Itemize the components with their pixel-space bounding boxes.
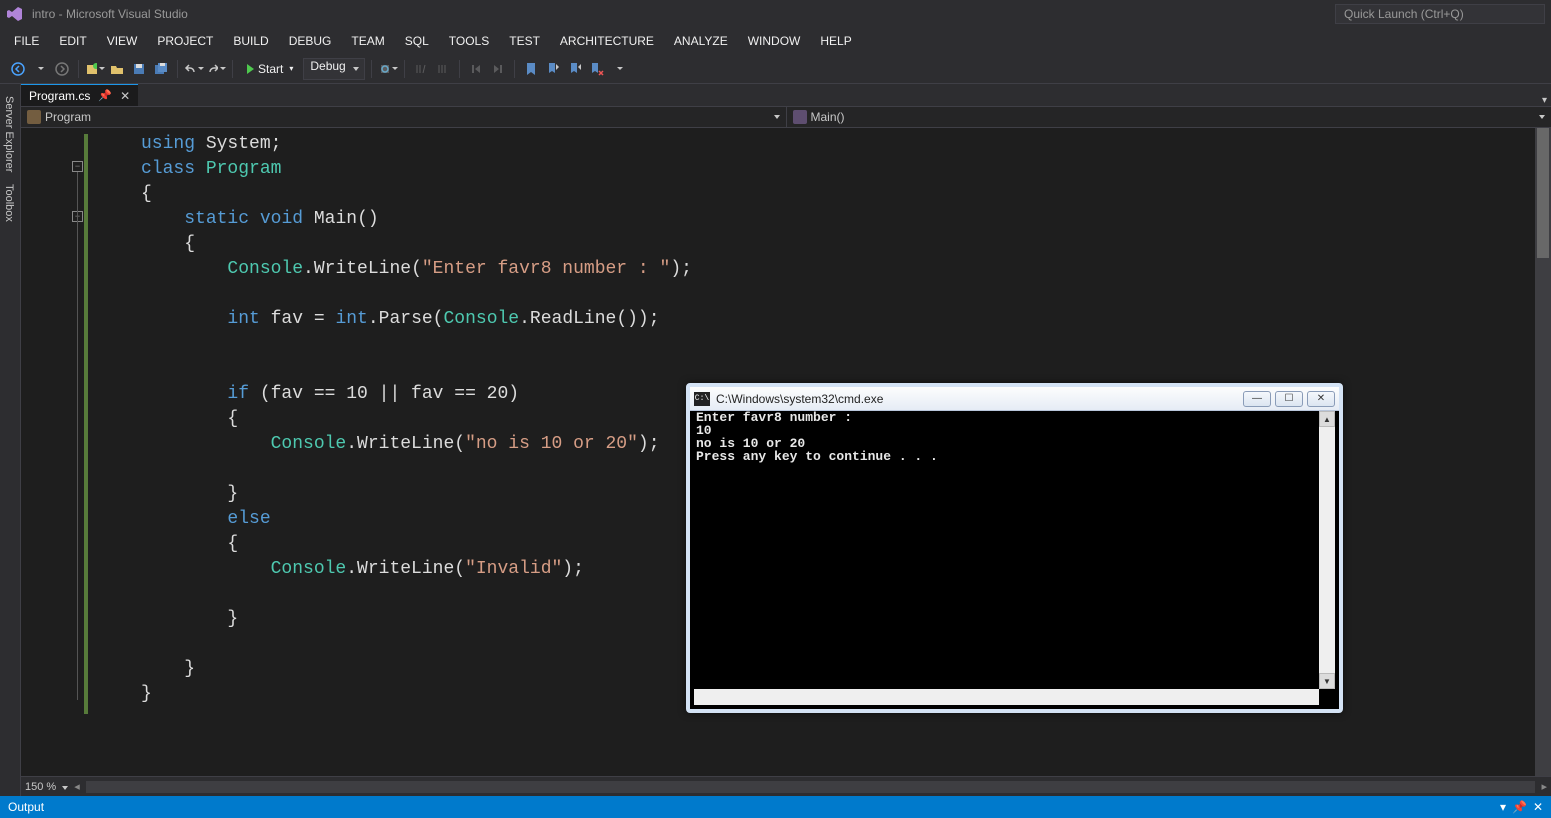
scroll-up-arrow[interactable]: ▲: [1319, 411, 1335, 427]
pin-icon[interactable]: 📌: [98, 89, 112, 102]
outline-column: − −: [71, 128, 85, 776]
navigate-back-dropdown[interactable]: [30, 59, 50, 79]
tab-program-cs[interactable]: Program.cs 📌 ✕: [21, 84, 138, 106]
bookmark-next-button[interactable]: [565, 59, 585, 79]
editor-status-bar: 150 % ◂ ▸: [21, 776, 1551, 796]
console-close-button[interactable]: ✕: [1307, 391, 1335, 407]
vs-logo-icon: [6, 5, 24, 23]
side-tab-server-explorer[interactable]: Server Explorer: [0, 90, 18, 178]
undo-button[interactable]: [184, 59, 204, 79]
menu-edit[interactable]: EDIT: [49, 30, 96, 52]
start-debug-button[interactable]: Start ▾: [239, 58, 301, 80]
scrollbar-thumb[interactable]: [1537, 128, 1549, 258]
navigate-back-button[interactable]: [8, 59, 28, 79]
menu-sql[interactable]: SQL: [395, 30, 439, 52]
console-titlebar[interactable]: C:\ C:\Windows\system32\cmd.exe — ☐ ✕: [690, 387, 1339, 411]
menu-architecture[interactable]: ARCHITECTURE: [550, 30, 664, 52]
console-vertical-scrollbar[interactable]: ▲ ▼: [1319, 411, 1335, 689]
quick-launch-input[interactable]: Quick Launch (Ctrl+Q): [1335, 4, 1545, 24]
side-tab-toolbox[interactable]: Toolbox: [0, 178, 18, 228]
nav-type-label: Program: [45, 110, 91, 124]
menu-project[interactable]: PROJECT: [147, 30, 223, 52]
separator: [232, 60, 233, 78]
separator: [371, 60, 372, 78]
config-select[interactable]: Debug: [303, 58, 364, 80]
console-window[interactable]: C:\ C:\Windows\system32\cmd.exe — ☐ ✕ En…: [686, 383, 1343, 713]
separator: [177, 60, 178, 78]
separator: [404, 60, 405, 78]
fold-toggle[interactable]: −: [72, 161, 83, 172]
menu-test[interactable]: TEST: [499, 30, 550, 52]
horizontal-scrollbar[interactable]: [86, 781, 1536, 793]
cmd-icon: C:\: [694, 392, 710, 406]
bookmark-prev-button[interactable]: [543, 59, 563, 79]
fold-guide: [77, 172, 78, 700]
code-content[interactable]: using System; class Program { static voi…: [141, 128, 692, 776]
navigate-forward-button[interactable]: [52, 59, 72, 79]
start-label: Start: [258, 62, 283, 76]
separator: [459, 60, 460, 78]
quick-launch-placeholder: Quick Launch (Ctrl+Q): [1344, 7, 1464, 21]
navigation-bar: Program Main(): [21, 106, 1551, 128]
console-title: C:\Windows\system32\cmd.exe: [716, 392, 883, 406]
nav-type-dropdown[interactable]: Program: [21, 107, 787, 127]
nav-member-label: Main(): [811, 110, 845, 124]
editor-vertical-scrollbar[interactable]: [1535, 128, 1551, 776]
menu-file[interactable]: FILE: [4, 30, 49, 52]
console-maximize-button[interactable]: ☐: [1275, 391, 1303, 407]
console-horizontal-scrollbar[interactable]: [694, 689, 1319, 705]
menu-help[interactable]: HELP: [810, 30, 861, 52]
console-output[interactable]: Enter favr8 number : 10 no is 10 or 20 P…: [694, 411, 1319, 689]
menu-window[interactable]: WINDOW: [738, 30, 811, 52]
redo-button[interactable]: [206, 59, 226, 79]
browser-link-button[interactable]: [378, 59, 398, 79]
scroll-down-arrow[interactable]: ▼: [1319, 673, 1335, 689]
play-icon: [247, 64, 254, 74]
menu-team[interactable]: TEAM: [341, 30, 394, 52]
menu-debug[interactable]: DEBUG: [279, 30, 342, 52]
open-file-button[interactable]: [107, 59, 127, 79]
step-back-button[interactable]: [466, 59, 486, 79]
step-forward-button[interactable]: [488, 59, 508, 79]
tab-bar-right: ▾: [1542, 95, 1551, 106]
separator: [514, 60, 515, 78]
uncomment-button[interactable]: [433, 59, 453, 79]
comment-button[interactable]: [411, 59, 431, 79]
menu-view[interactable]: VIEW: [97, 30, 148, 52]
output-panel-header[interactable]: Output ▾ 📌 ✕: [0, 796, 1551, 818]
tab-label: Program.cs: [29, 89, 90, 103]
toolbar-overflow[interactable]: [609, 59, 629, 79]
zoom-dropdown[interactable]: 150 %: [25, 781, 68, 793]
new-project-button[interactable]: [85, 59, 105, 79]
method-icon: [793, 110, 807, 124]
titlebar: intro - Microsoft Visual Studio Quick La…: [0, 0, 1551, 28]
menu-build[interactable]: BUILD: [223, 30, 278, 52]
class-icon: [27, 110, 41, 124]
close-tab-icon[interactable]: ✕: [120, 89, 130, 103]
window-title: intro - Microsoft Visual Studio: [32, 7, 188, 21]
toolbar: Start ▾ Debug: [0, 54, 1551, 84]
gutter: [21, 128, 71, 776]
nav-member-dropdown[interactable]: Main(): [787, 107, 1551, 127]
bookmark-clear-button[interactable]: [587, 59, 607, 79]
separator: [78, 60, 79, 78]
bookmark-1-button[interactable]: [521, 59, 541, 79]
tab-overflow-dropdown[interactable]: ▾: [1542, 95, 1547, 106]
save-all-button[interactable]: [151, 59, 171, 79]
document-tabs: Program.cs 📌 ✕ ▾: [21, 84, 1551, 106]
menubar: FILEEDITVIEWPROJECTBUILDDEBUGTEAMSQLTOOL…: [0, 28, 1551, 54]
menu-analyze[interactable]: ANALYZE: [664, 30, 738, 52]
side-tool-strip: Server ExplorerToolbox: [0, 84, 21, 796]
save-button[interactable]: [129, 59, 149, 79]
menu-tools[interactable]: TOOLS: [439, 30, 499, 52]
console-minimize-button[interactable]: —: [1243, 391, 1271, 407]
